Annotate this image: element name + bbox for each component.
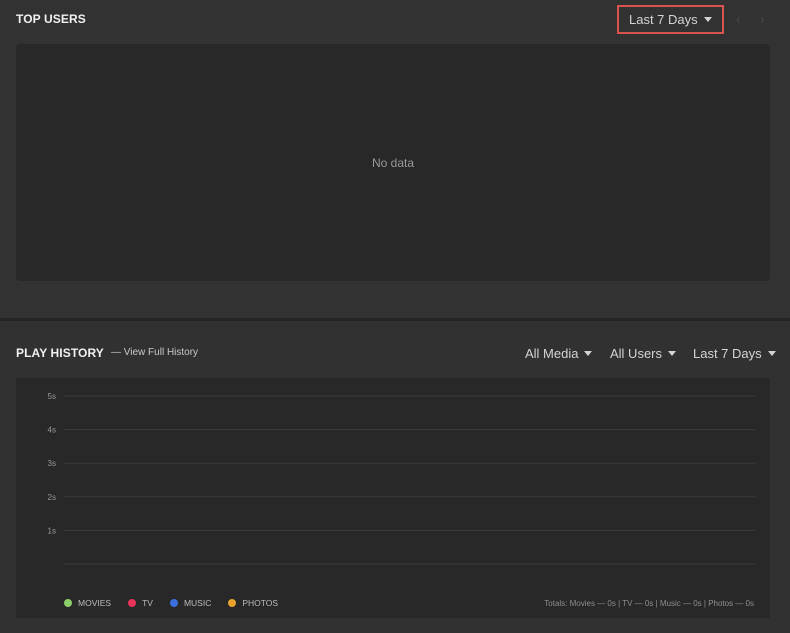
tv-legend-dot: [128, 599, 137, 607]
y-tick-label: 5s: [48, 392, 56, 401]
legend-item-tv[interactable]: TV: [128, 598, 153, 608]
caret-down-icon: [668, 351, 677, 356]
legend-label-movies: MOVIES: [78, 598, 112, 608]
y-tick-label: 2s: [48, 493, 56, 502]
chart-legend: MOVIES TV MUSIC PHOTOS: [64, 598, 278, 608]
music-legend-dot: [169, 599, 178, 607]
legend-label-tv: TV: [142, 598, 153, 608]
media-filter-dropdown[interactable]: All Media: [525, 346, 593, 361]
movies-legend-dot: [64, 599, 72, 607]
history-range-label: Last 7 Days: [693, 346, 762, 361]
users-filter-label: All Users: [610, 346, 663, 361]
caret-down-icon: [584, 351, 593, 356]
top-users-range-label: Last 7 Days: [629, 12, 698, 27]
y-tick-label: 3s: [48, 459, 56, 468]
play-history-title: PLAY HISTORY: [16, 346, 104, 360]
view-full-history-link[interactable]: — View Full History: [111, 347, 198, 358]
media-filter-label: All Media: [525, 346, 579, 361]
legend-item-movies[interactable]: MOVIES: [64, 598, 111, 608]
legend-label-photos: PHOTOS: [242, 598, 279, 608]
totals-text: Totals: Movies — 0s | TV — 0s | Music — …: [544, 599, 754, 608]
top-users-panel: No data: [16, 44, 770, 281]
y-tick-label: 1s: [48, 526, 56, 535]
caret-down-icon: [767, 351, 776, 356]
legend-item-music[interactable]: MUSIC: [169, 598, 212, 608]
users-filter-dropdown[interactable]: All Users: [610, 346, 677, 361]
legend-label-music: MUSIC: [183, 598, 212, 608]
play-history-chart: 5s 4s 3s 2s 1s MOVIES TV MUSIC PHOTOS Totals…: [16, 378, 770, 618]
photos-legend-dot: [228, 599, 237, 607]
legend-item-photos[interactable]: PHOTOS: [228, 598, 278, 608]
chevron-right-icon[interactable]: ›: [760, 11, 765, 27]
chevron-left-icon[interactable]: ‹: [736, 11, 741, 27]
caret-down-icon: [703, 17, 712, 22]
chart-plot-area: 5s 4s 3s 2s 1s: [48, 392, 756, 565]
history-range-dropdown[interactable]: Last 7 Days: [693, 346, 776, 361]
top-users-range-dropdown[interactable]: Last 7 Days: [617, 5, 724, 34]
no-data-message: No data: [371, 156, 415, 170]
top-users-section: TOP USERS Last 7 Days ‹ › No data: [0, 0, 790, 318]
y-tick-label: 4s: [48, 426, 56, 435]
top-users-title: TOP USERS: [16, 12, 86, 26]
